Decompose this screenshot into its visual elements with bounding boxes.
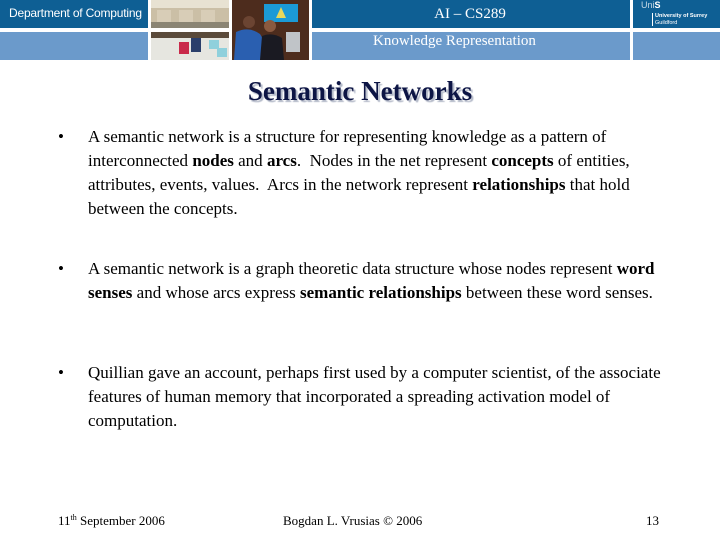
students-at-screen-photo (232, 0, 309, 60)
slide-header: Department of Computing AI – CS289 Knowl… (0, 0, 720, 60)
footer-date-day: 11 (58, 513, 71, 528)
footer-date-rest: September 2006 (76, 513, 165, 528)
text-segment: Quillian gave an account, perhaps first … (88, 363, 661, 430)
text-segment: . Nodes in the net represent (296, 151, 492, 170)
footer-author: Bogdan L. Vrusias © 2006 (283, 513, 423, 528)
course-code: AI – CS289 (434, 6, 506, 22)
text-segment: and whose arcs express (132, 283, 300, 302)
text-segment: between these word senses. (461, 283, 653, 302)
keyword-semantic-relationships: semantic relationships (300, 283, 462, 302)
university-logo: UniS (641, 0, 661, 10)
department-label: Department of Computing (9, 6, 142, 20)
header-band-light (0, 32, 148, 60)
text-segment: A semantic network is a graph theoretic … (88, 259, 617, 278)
bullet-text: Quillian gave an account, perhaps first … (88, 363, 661, 430)
page-number: 13 (646, 513, 659, 528)
bullet-item: • A semantic network is a structure for … (58, 125, 678, 221)
bullet-dot-icon: • (58, 259, 64, 278)
bullet-dot-icon: • (58, 363, 64, 382)
slide-title: Semantic Networks (247, 76, 473, 106)
keyword-relationships: relationships (472, 175, 566, 194)
logo-uni-text: Uni (641, 0, 655, 10)
logo-s-text: S (654, 0, 661, 10)
text-segment: and (233, 151, 267, 170)
keyword-concepts: concepts (491, 151, 554, 170)
course-subject: Knowledge Representation (373, 33, 536, 49)
bullet-item: • Quillian gave an account, perhaps firs… (58, 361, 678, 433)
footer-date: 11th September 2006 (58, 513, 165, 529)
university-name-line1: University of Surrey (655, 13, 708, 19)
bullet-item: • A semantic network is a graph theoreti… (58, 257, 678, 305)
keyword-nodes: nodes (192, 151, 234, 170)
bullet-text: A semantic network is a structure for re… (88, 127, 634, 218)
computer-lab-photo (151, 0, 229, 60)
bullet-dot-icon: • (58, 127, 64, 146)
header-band-light (633, 32, 720, 60)
university-name-line2: Guildford (655, 19, 678, 26)
bullet-text: A semantic network is a graph theoretic … (88, 259, 655, 302)
university-name: University of Surrey Guildford (652, 13, 707, 26)
keyword-arcs: arcs (266, 151, 297, 170)
